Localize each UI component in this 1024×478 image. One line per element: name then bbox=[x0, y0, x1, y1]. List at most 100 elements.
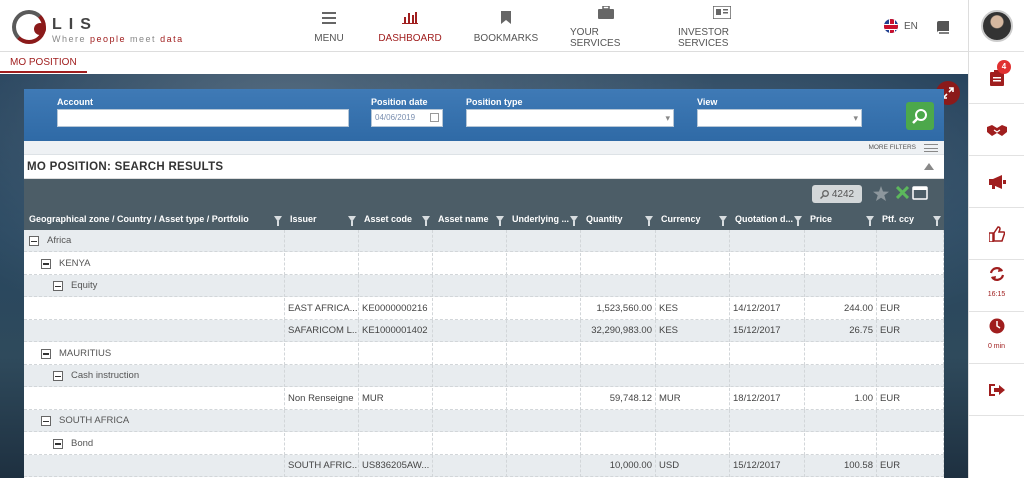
table-row[interactable]: EAST AFRICA... KE0000000216 1,523,560.00 KE… bbox=[24, 297, 944, 320]
collapse-minus-icon[interactable] bbox=[41, 348, 51, 359]
logo-tagline: Where people meet data bbox=[52, 34, 184, 44]
tab-mo-position[interactable]: MO POSITION bbox=[0, 53, 87, 73]
view-select[interactable] bbox=[697, 109, 862, 127]
tree-node[interactable]: MAURITIUS bbox=[41, 343, 111, 365]
bookmark-icon bbox=[501, 9, 511, 27]
filter-icon[interactable] bbox=[719, 216, 727, 226]
tree-group-row[interactable]: MAURITIUS bbox=[24, 342, 944, 365]
avatar bbox=[980, 9, 1013, 42]
collapse-minus-icon[interactable] bbox=[29, 236, 39, 246]
col-geo-zone-header[interactable]: Geographical zone / Country / Asset type… bbox=[24, 209, 285, 230]
tree-node[interactable]: SOUTH AFRICA bbox=[41, 410, 129, 432]
nav-your-services[interactable]: YOUR SERVICES bbox=[570, 0, 642, 52]
col-asset-code-header[interactable]: Asset code bbox=[359, 209, 433, 230]
account-input[interactable] bbox=[57, 109, 349, 127]
nav-dashboard[interactable]: DASHBOARD bbox=[378, 0, 442, 52]
col-issuer-header[interactable]: Issuer bbox=[285, 209, 359, 230]
filter-icon[interactable] bbox=[422, 216, 430, 226]
col-asset-code-cell: US836205AW... bbox=[359, 455, 433, 477]
position-date-value: 04/06/2019 bbox=[375, 113, 416, 122]
tree-group-row[interactable]: Equity bbox=[24, 275, 944, 297]
tree-group-row[interactable]: SOUTH AFRICA bbox=[24, 410, 944, 432]
tree-node[interactable]: Equity bbox=[53, 275, 97, 297]
col-ptf-ccy-label: Ptf. ccy bbox=[882, 214, 915, 224]
mo-position-panel: Account Position date 04/06/2019 Positio… bbox=[24, 89, 944, 478]
timer-button[interactable]: 0 min bbox=[969, 312, 1024, 364]
col-issuer-cell: EAST AFRICA... bbox=[285, 297, 359, 320]
position-date-input[interactable]: 04/06/2019 bbox=[371, 109, 443, 127]
like-button[interactable] bbox=[969, 208, 1024, 260]
excel-export-icon[interactable] bbox=[896, 186, 909, 199]
col-ptf-ccy-cell bbox=[877, 410, 944, 432]
table-row[interactable]: Non Renseigne MUR 59,748.12 MUR 18/12/2017 1.… bbox=[24, 387, 944, 410]
announcements-button[interactable] bbox=[969, 156, 1024, 208]
calendar-icon[interactable] bbox=[430, 113, 439, 122]
collapse-minus-icon[interactable] bbox=[53, 281, 63, 291]
col-asset-name-header[interactable]: Asset name bbox=[433, 209, 507, 230]
filter-icon[interactable] bbox=[866, 216, 874, 226]
nav-investor-services[interactable]: INVESTOR SERVICES bbox=[678, 0, 766, 52]
search-icon bbox=[912, 109, 927, 124]
tree-group-row[interactable]: Bond bbox=[24, 432, 944, 455]
nav-bookmarks[interactable]: BOOKMARKS bbox=[474, 0, 538, 52]
col-quotation-date-cell bbox=[730, 410, 805, 432]
col-price-header[interactable]: Price bbox=[805, 209, 877, 230]
nav-menu[interactable]: MENU bbox=[314, 0, 344, 52]
col-quantity-cell: 1,523,560.00 bbox=[581, 297, 656, 320]
collapse-minus-icon[interactable] bbox=[53, 371, 63, 381]
olis-logo[interactable]: LIS Where people meet data bbox=[12, 8, 212, 48]
filter-icon[interactable] bbox=[570, 216, 578, 226]
more-filters-label[interactable]: MORE FILTERS bbox=[868, 144, 916, 151]
tree-cell bbox=[24, 387, 285, 410]
col-underlying-cell bbox=[507, 275, 581, 297]
page-tab-strip bbox=[0, 53, 968, 74]
col-asset-name-cell bbox=[433, 320, 507, 342]
tree-node[interactable]: Cash instruction bbox=[53, 365, 139, 387]
user-profile[interactable] bbox=[969, 0, 1024, 52]
filter-icon[interactable] bbox=[496, 216, 504, 226]
collapse-icon[interactable] bbox=[924, 163, 934, 170]
tree-node[interactable]: Bond bbox=[53, 433, 93, 455]
tree-node[interactable]: Africa bbox=[29, 230, 71, 252]
filter-icon[interactable] bbox=[933, 216, 941, 226]
language-switcher[interactable]: EN bbox=[884, 19, 918, 33]
filter-icon[interactable] bbox=[645, 216, 653, 226]
filter-icon[interactable] bbox=[274, 216, 282, 226]
col-ptf-ccy-header[interactable]: Ptf. ccy bbox=[877, 209, 944, 230]
logout-button[interactable] bbox=[969, 364, 1024, 416]
window-icon[interactable] bbox=[912, 186, 928, 200]
col-underlying-header[interactable]: Underlying ... bbox=[507, 209, 581, 230]
table-row[interactable]: SOUTH AFRIC... US836205AW... 10,000.00 USD 1… bbox=[24, 455, 944, 477]
refresh-button[interactable]: 16:15 bbox=[969, 260, 1024, 312]
table-row[interactable]: SAFARICOM L... KE1000001402 32,290,983.00 K… bbox=[24, 320, 944, 342]
col-issuer-cell: SOUTH AFRIC... bbox=[285, 455, 359, 477]
col-currency-header[interactable]: Currency bbox=[656, 209, 730, 230]
col-asset-name-cell bbox=[433, 365, 507, 387]
star-icon[interactable] bbox=[873, 186, 889, 201]
nav-menu-label: MENU bbox=[314, 32, 344, 44]
book-icon[interactable] bbox=[936, 20, 950, 37]
col-quotation-date-header[interactable]: Quotation d... bbox=[730, 209, 805, 230]
col-quantity-header[interactable]: Quantity bbox=[581, 209, 656, 230]
tree-group-row[interactable]: Cash instruction bbox=[24, 365, 944, 387]
col-ptf-ccy-cell bbox=[877, 365, 944, 387]
more-filters-bar[interactable]: MORE FILTERS bbox=[24, 141, 944, 155]
col-currency-cell bbox=[656, 342, 730, 365]
collapse-minus-icon[interactable] bbox=[41, 416, 51, 426]
col-issuer-cell bbox=[285, 365, 359, 387]
filter-icon[interactable] bbox=[348, 216, 356, 226]
tree-group-row[interactable]: Africa bbox=[24, 230, 944, 252]
col-issuer-cell bbox=[285, 275, 359, 297]
col-asset-code-cell bbox=[359, 230, 433, 252]
col-asset-code-cell bbox=[359, 342, 433, 365]
handshake-button[interactable] bbox=[969, 104, 1024, 156]
tree-node[interactable]: KENYA bbox=[41, 253, 91, 275]
collapse-minus-icon[interactable] bbox=[41, 258, 51, 269]
tree-group-row[interactable]: KENYA bbox=[24, 252, 944, 275]
collapse-minus-icon[interactable] bbox=[53, 438, 63, 449]
more-filters-icon[interactable] bbox=[924, 144, 938, 152]
position-type-select[interactable] bbox=[466, 109, 674, 127]
search-button[interactable] bbox=[906, 102, 934, 130]
notifications-button[interactable]: 4 bbox=[969, 52, 1024, 104]
filter-icon[interactable] bbox=[794, 216, 802, 226]
